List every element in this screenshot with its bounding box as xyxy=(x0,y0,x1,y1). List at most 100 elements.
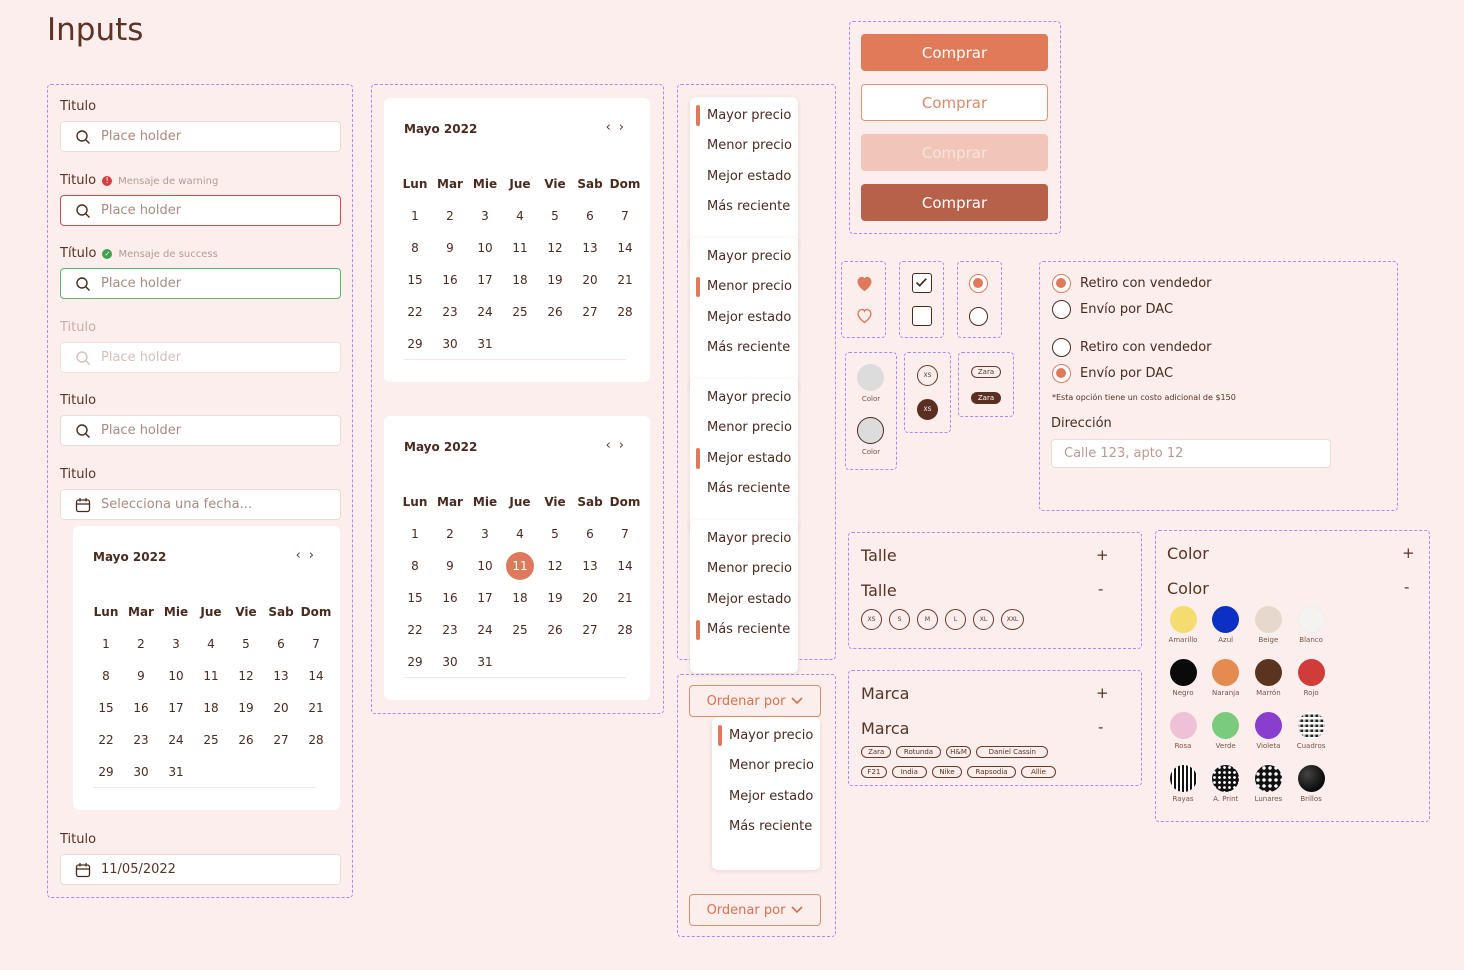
date-input-filled[interactable]: 11/05/2022 xyxy=(60,854,341,885)
radio-dac-selected[interactable] xyxy=(1052,364,1071,383)
calendar-day[interactable]: 11 xyxy=(194,660,228,692)
calendar-day[interactable]: 1 xyxy=(89,628,123,660)
calendar-day[interactable]: 13 xyxy=(573,550,607,582)
calendar-day[interactable]: 3 xyxy=(468,518,502,550)
brand-filter-title[interactable]: Marca xyxy=(861,684,909,703)
sort-option[interactable]: Mejor estado xyxy=(690,161,798,192)
calendar-day[interactable]: 1 xyxy=(398,518,432,550)
calendar-day[interactable]: 2 xyxy=(124,628,158,660)
calendar-day[interactable]: 29 xyxy=(89,756,123,788)
calendar-day[interactable]: 18 xyxy=(503,582,537,614)
calendar-day[interactable]: 17 xyxy=(468,582,502,614)
calendar-day[interactable]: 31 xyxy=(468,328,502,360)
size-chip[interactable]: XL xyxy=(973,609,994,630)
calendar-day[interactable]: 30 xyxy=(433,646,467,678)
search-input-warning[interactable]: Place holder xyxy=(60,195,341,226)
brand-chip[interactable]: F21 xyxy=(861,766,887,778)
calendar-day[interactable]: 10 xyxy=(159,660,193,692)
calendar-day[interactable]: 7 xyxy=(608,518,642,550)
calendar-day[interactable]: 30 xyxy=(124,756,158,788)
sort-option[interactable]: Más reciente xyxy=(690,192,798,223)
prev-month-button[interactable]: ‹ xyxy=(606,438,619,453)
color-swatch[interactable] xyxy=(1212,605,1240,633)
calendar-day[interactable]: 31 xyxy=(159,756,193,788)
size-filter-title[interactable]: Talle xyxy=(861,546,897,565)
color-swatch[interactable] xyxy=(1297,711,1325,739)
calendar-day[interactable]: 9 xyxy=(124,660,158,692)
calendar-day[interactable]: 28 xyxy=(299,724,333,756)
calendar-day[interactable]: 1 xyxy=(398,200,432,232)
color-swatch[interactable] xyxy=(1169,711,1197,739)
calendar-day[interactable]: 19 xyxy=(538,264,572,296)
calendar-day[interactable]: 12 xyxy=(538,550,572,582)
calendar-day[interactable]: 29 xyxy=(398,328,432,360)
calendar-day[interactable]: 10 xyxy=(468,232,502,264)
calendar-day[interactable]: 8 xyxy=(89,660,123,692)
calendar-day[interactable]: 22 xyxy=(89,724,123,756)
calendar-day[interactable]: 4 xyxy=(194,628,228,660)
size-chip[interactable]: XS xyxy=(917,365,938,386)
size-filter-title-open[interactable]: Talle xyxy=(861,581,897,600)
calendar-day[interactable]: 24 xyxy=(468,296,502,328)
search-input[interactable]: Place holder xyxy=(60,121,341,152)
calendar-day[interactable]: 3 xyxy=(468,200,502,232)
brand-chip-selected[interactable]: Zara xyxy=(971,392,1001,404)
calendar-day[interactable]: 21 xyxy=(608,582,642,614)
radio-dac[interactable] xyxy=(1052,300,1071,319)
color-swatch[interactable] xyxy=(1254,658,1282,686)
color-swatch[interactable] xyxy=(1169,605,1197,633)
buy-button-primary[interactable]: Comprar xyxy=(861,34,1048,71)
calendar-day[interactable]: 3 xyxy=(159,628,193,660)
calendar-day[interactable]: 4 xyxy=(503,518,537,550)
calendar-day[interactable]: 13 xyxy=(573,232,607,264)
calendar-day[interactable]: 6 xyxy=(264,628,298,660)
brand-chip[interactable]: Zara xyxy=(971,366,1001,378)
calendar-day[interactable]: 27 xyxy=(573,296,607,328)
calendar-day[interactable]: 16 xyxy=(433,582,467,614)
calendar-day[interactable]: 23 xyxy=(124,724,158,756)
calendar-day[interactable]: 31 xyxy=(468,646,502,678)
buy-button-pressed[interactable]: Comprar xyxy=(861,184,1048,221)
calendar-day[interactable]: 2 xyxy=(433,200,467,232)
address-input[interactable]: Calle 123, apto 12 xyxy=(1051,439,1331,468)
calendar-day[interactable]: 6 xyxy=(573,518,607,550)
sort-option-selected[interactable]: Menor precio xyxy=(690,272,798,303)
calendar-day[interactable]: 2 xyxy=(433,518,467,550)
collapse-icon[interactable]: - xyxy=(1098,580,1103,598)
collapse-icon[interactable]: - xyxy=(1404,578,1409,596)
calendar-day[interactable]: 15 xyxy=(398,264,432,296)
size-chip[interactable]: XXL xyxy=(1001,609,1024,630)
date-input[interactable]: Selecciona una fecha... xyxy=(60,489,341,520)
size-chip[interactable]: M xyxy=(917,609,938,630)
calendar-day[interactable]: 29 xyxy=(398,646,432,678)
expand-icon[interactable]: + xyxy=(1096,684,1109,702)
sort-dropdown-button[interactable]: Ordenar por xyxy=(689,685,821,717)
color-swatch[interactable] xyxy=(1297,764,1325,792)
calendar-day-selected[interactable]: 11 xyxy=(503,550,537,582)
color-swatch[interactable] xyxy=(1254,764,1282,792)
color-swatch[interactable] xyxy=(1254,605,1282,633)
calendar-day[interactable]: 6 xyxy=(573,200,607,232)
calendar-day[interactable]: 16 xyxy=(433,264,467,296)
heart-outline-icon[interactable] xyxy=(855,307,874,324)
search-input-focus[interactable]: Place holder xyxy=(60,415,341,446)
color-swatch[interactable] xyxy=(1212,658,1240,686)
color-swatch[interactable] xyxy=(1297,605,1325,633)
size-chip[interactable]: XS xyxy=(861,609,882,630)
calendar-day[interactable]: 9 xyxy=(433,550,467,582)
calendar-day[interactable]: 18 xyxy=(194,692,228,724)
next-month-button[interactable]: › xyxy=(619,438,632,453)
color-filter-title[interactable]: Color xyxy=(1167,544,1209,563)
calendar-day[interactable]: 22 xyxy=(398,296,432,328)
color-swatch[interactable] xyxy=(1297,658,1325,686)
brand-filter-title-open[interactable]: Marca xyxy=(861,719,909,738)
sort-option[interactable]: Mejor estado xyxy=(690,302,798,333)
radio-pickup-selected[interactable] xyxy=(1052,274,1071,293)
calendar-day[interactable]: 19 xyxy=(229,692,263,724)
calendar-day[interactable]: 12 xyxy=(538,232,572,264)
color-swatch[interactable] xyxy=(857,364,884,391)
brand-chip[interactable]: Allie xyxy=(1021,766,1056,778)
sort-option[interactable]: Mejor estado xyxy=(712,781,820,812)
sort-option[interactable]: Menor precio xyxy=(690,131,798,162)
calendar-day[interactable]: 5 xyxy=(538,518,572,550)
